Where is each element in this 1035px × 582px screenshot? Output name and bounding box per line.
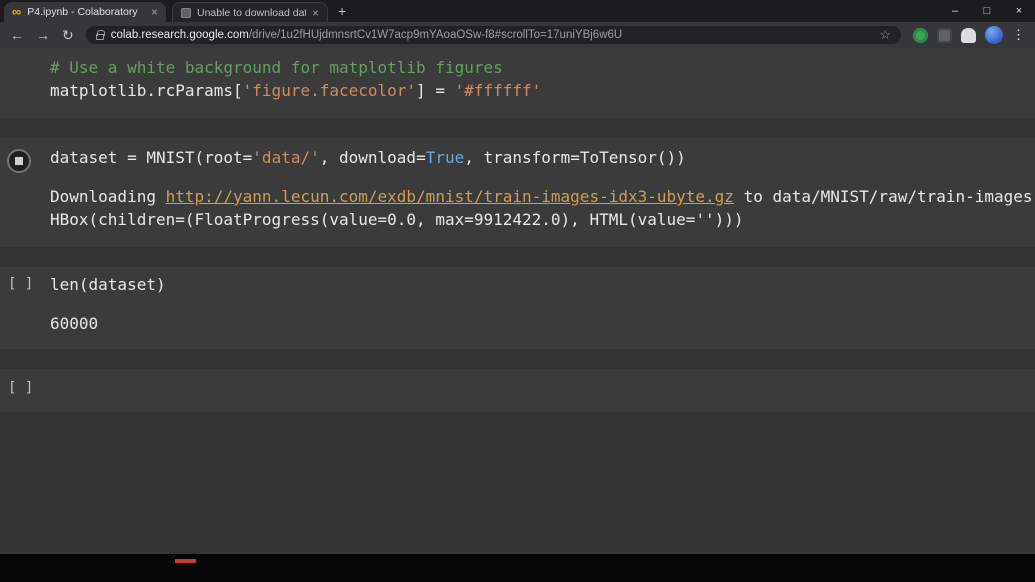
extension-icon-green[interactable] <box>913 28 928 43</box>
code-token: , transform=ToTensor()) <box>464 148 686 167</box>
cell-body: len(dataset) 60000 <box>50 273 1035 335</box>
code-token: '#ffffff' <box>455 81 542 100</box>
code-token: 'data/' <box>252 148 319 167</box>
tab-title: P4.ipynb - Colaboratory <box>27 6 145 18</box>
cell-run-indicator[interactable]: [ ] <box>0 273 33 296</box>
notebook-cell: dataset = MNIST(root='data/', download=T… <box>0 138 1035 247</box>
tab-title: Unable to download dataset - Py <box>197 7 306 19</box>
browser-tab-strip: ∞ P4.ipynb - Colaboratory × Unable to do… <box>0 0 1035 22</box>
cell-output: 60000 <box>50 312 1035 335</box>
url-path: /drive/1u2fHUjdmnsrtCv1W7acp9mYAoaOSw-f8… <box>249 29 622 41</box>
code-token: len(dataset) <box>50 275 166 294</box>
close-window-button[interactable]: × <box>1003 0 1035 22</box>
browser-toolbar: ← → ↻ colab.research.google.com/drive/1u… <box>0 22 1035 48</box>
cell-body: dataset = MNIST(root='data/', download=T… <box>50 146 1035 231</box>
reload-icon[interactable]: ↻ <box>62 28 74 42</box>
page-favicon-icon <box>181 8 191 18</box>
code-line <box>50 377 1035 400</box>
code-token: # Use a white background for matplotlib … <box>50 58 503 77</box>
stop-icon <box>15 157 23 165</box>
cell-gutter <box>0 56 50 102</box>
cell-run-indicator[interactable]: [ ] <box>0 377 33 400</box>
extensions-area: ⋮ <box>913 26 1025 44</box>
notebook-content: # Use a white background for matplotlib … <box>0 48 1035 554</box>
code-line: # Use a white background for matplotlib … <box>50 56 1035 79</box>
extension-icon[interactable] <box>937 28 952 43</box>
cell-stop-button[interactable] <box>7 149 31 173</box>
forward-icon[interactable]: → <box>36 28 50 42</box>
code-token: True <box>426 148 465 167</box>
browser-menu-icon[interactable]: ⋮ <box>1012 27 1025 43</box>
code-token: matplotlib.rcParams[ <box>50 81 243 100</box>
code-token: 60000 <box>50 314 98 333</box>
url-domain: colab.research.google.com <box>111 29 249 41</box>
cell-body: # Use a white background for matplotlib … <box>50 56 1035 102</box>
output-line: HBox(children=(FloatProgress(value=0.0, … <box>50 208 1035 231</box>
window-controls: – □ × <box>939 0 1035 22</box>
footer-accent <box>175 559 196 563</box>
minimize-button[interactable]: – <box>939 0 971 22</box>
code-token: 'figure.facecolor' <box>243 81 416 100</box>
output-link[interactable]: http://yann.lecun.com/exdb/mnist/train-i… <box>166 187 734 206</box>
tab-forum-page[interactable]: Unable to download dataset - Py × <box>172 2 328 22</box>
profile-avatar[interactable] <box>985 26 1003 44</box>
code-editor[interactable]: len(dataset) <box>50 273 1035 296</box>
notebook-cell: # Use a white background for matplotlib … <box>0 48 1035 118</box>
code-token: ] = <box>416 81 455 100</box>
footer-bar <box>0 554 1035 582</box>
code-editor[interactable]: dataset = MNIST(root='data/', download=T… <box>50 146 1035 169</box>
cell-gutter: [ ] <box>0 377 50 400</box>
cell-gutter <box>0 146 50 231</box>
url-text: colab.research.google.com/drive/1u2fHUjd… <box>111 29 873 41</box>
code-editor[interactable]: # Use a white background for matplotlib … <box>50 56 1035 102</box>
address-bar[interactable]: colab.research.google.com/drive/1u2fHUjd… <box>86 26 901 44</box>
code-token: Downloading <box>50 187 166 206</box>
code-line: matplotlib.rcParams['figure.facecolor'] … <box>50 79 1035 102</box>
new-tab-button[interactable]: + <box>338 3 346 19</box>
tab-colab-notebook[interactable]: ∞ P4.ipynb - Colaboratory × <box>4 2 166 22</box>
cell-gutter: [ ] <box>0 273 50 335</box>
extension-icon-ghost[interactable] <box>961 28 976 43</box>
notebook-cell: [ ] len(dataset) 60000 <box>0 267 1035 349</box>
code-token: HBox(children=(FloatProgress(value=0.0, … <box>50 210 744 229</box>
lock-icon <box>96 34 104 40</box>
code-token: to data/MNIST/raw/train-images-i <box>734 187 1035 206</box>
tab-close-icon[interactable]: × <box>151 6 158 18</box>
output-line: Downloading http://yann.lecun.com/exdb/m… <box>50 185 1035 208</box>
maximize-button[interactable]: □ <box>971 0 1003 22</box>
code-editor[interactable] <box>50 377 1035 400</box>
cell-output: Downloading http://yann.lecun.com/exdb/m… <box>50 185 1035 231</box>
back-icon[interactable]: ← <box>10 28 24 42</box>
tab-close-icon[interactable]: × <box>312 7 319 19</box>
colab-favicon-icon: ∞ <box>12 6 21 18</box>
code-line: len(dataset) <box>50 273 1035 296</box>
cell-body <box>50 377 1035 400</box>
output-line: 60000 <box>50 312 1035 335</box>
notebook-cell: [ ] <box>0 369 1035 412</box>
bookmark-star-icon[interactable]: ☆ <box>879 27 891 43</box>
code-line: dataset = MNIST(root='data/', download=T… <box>50 146 1035 169</box>
code-token: , download= <box>320 148 426 167</box>
code-token: dataset = MNIST(root= <box>50 148 252 167</box>
